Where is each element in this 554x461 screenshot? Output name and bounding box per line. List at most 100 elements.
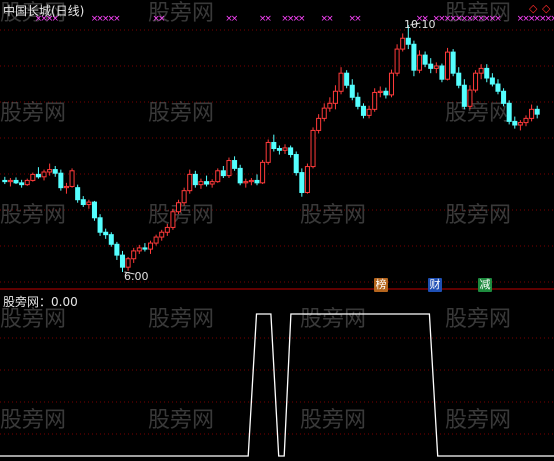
watermark-text: 股旁网 xyxy=(445,203,511,228)
candle-body xyxy=(13,179,19,184)
candle-body xyxy=(400,37,406,50)
candle-body xyxy=(248,179,254,183)
watermark-text: 股旁网 xyxy=(0,408,66,433)
candle-body xyxy=(321,107,327,119)
candle-body xyxy=(204,181,210,185)
badge-reduce-icon[interactable]: 减 xyxy=(478,278,492,292)
watermark-text: 股旁网 xyxy=(0,101,66,126)
candle-body xyxy=(198,181,204,186)
candle-body xyxy=(2,179,8,183)
candle-body xyxy=(495,83,501,92)
candle-body xyxy=(187,173,193,192)
candle-body xyxy=(75,187,81,201)
candle-body xyxy=(125,258,131,268)
badge-list-icon[interactable]: 榜 xyxy=(374,278,388,292)
candle-body xyxy=(383,90,389,96)
candle-body xyxy=(164,226,170,233)
diamond-icon: ◇ xyxy=(529,2,538,15)
candle-body xyxy=(226,160,232,177)
signal-mark: × xyxy=(264,14,272,24)
candle-body xyxy=(372,91,378,110)
candle-body xyxy=(416,54,423,71)
candle-body xyxy=(512,120,518,126)
candle-body xyxy=(517,122,523,126)
chart-title: 中国长城(日线) xyxy=(3,4,85,18)
watermark-text: 股旁网 xyxy=(445,101,511,126)
candle-body xyxy=(388,72,395,96)
candle-body xyxy=(260,161,266,184)
candle-body xyxy=(47,169,53,173)
candle-body xyxy=(35,173,41,178)
candle-body xyxy=(97,217,103,233)
candle-body xyxy=(344,72,350,86)
candle-body xyxy=(523,117,529,124)
candle-body xyxy=(103,231,109,236)
candle-body xyxy=(119,254,126,268)
candle-body xyxy=(69,170,75,187)
signal-mark: × xyxy=(550,14,554,24)
candle-body xyxy=(316,117,322,131)
candle-body xyxy=(276,148,282,151)
signal-marks: ×××× ××××× ×× ×× ×× ×××× ×× ×× ×× ×××××××××××× ×××… xyxy=(35,14,554,24)
candle-body xyxy=(484,67,490,79)
candle-body xyxy=(327,102,333,109)
candle-body xyxy=(220,170,226,177)
signal-mark: × xyxy=(231,14,239,24)
candle-body xyxy=(142,247,148,250)
candle-body xyxy=(282,147,288,151)
candle-body xyxy=(243,181,249,184)
candle-body xyxy=(473,72,479,91)
signal-mark: × xyxy=(113,14,121,24)
candle-body xyxy=(394,48,400,74)
candle-body xyxy=(456,72,462,86)
candle-body xyxy=(19,182,25,186)
candle-body xyxy=(501,90,507,104)
candle-body xyxy=(63,185,69,189)
candle-body xyxy=(338,72,344,92)
candle-body xyxy=(30,173,36,181)
signal-mark: × xyxy=(158,14,166,24)
candle-body xyxy=(91,201,97,219)
candle-body xyxy=(192,173,198,186)
candle-body xyxy=(232,160,238,169)
signal-mark: × xyxy=(298,14,306,24)
candle-body xyxy=(506,102,512,122)
candle-body xyxy=(108,234,114,245)
badge-finance-icon[interactable]: 财 xyxy=(428,278,442,292)
watermark-text: 股旁网 xyxy=(300,307,366,332)
candle-body xyxy=(529,108,535,119)
candle-body xyxy=(41,171,47,178)
candle-body xyxy=(176,202,182,213)
candle-body xyxy=(293,154,299,174)
candle-body xyxy=(332,90,338,104)
chart-canvas[interactable]: 股旁网 股旁网 股旁网股旁网 股旁网 股旁网股旁网 股旁网 股旁网 股旁网股旁网 股旁网 股旁网股… xyxy=(0,0,554,461)
candle-body xyxy=(534,108,540,115)
indicator-series xyxy=(0,313,554,457)
indicator-label: 股旁网：0.00 xyxy=(3,295,78,309)
candle-body xyxy=(450,51,456,74)
candlestick-series xyxy=(2,22,540,275)
watermark-text: 股旁网 xyxy=(0,203,66,228)
candle-body xyxy=(355,96,361,107)
candle-body xyxy=(80,199,86,206)
candle-body xyxy=(489,77,495,85)
signal-mark: × xyxy=(326,14,334,24)
indicator-line xyxy=(0,313,554,457)
candle-body xyxy=(422,54,428,65)
candle-body xyxy=(147,242,154,250)
watermark-text: 股旁网 xyxy=(300,203,366,228)
candle-body xyxy=(411,43,417,71)
candle-body xyxy=(181,190,187,204)
candle-body xyxy=(237,167,243,184)
candle-body xyxy=(377,90,383,93)
candle-body xyxy=(271,141,277,150)
candle-body xyxy=(254,179,260,184)
candle-body xyxy=(349,84,355,98)
watermark-text: 股旁网 xyxy=(148,307,214,332)
candle-body xyxy=(439,65,445,80)
candle-body xyxy=(360,105,366,116)
candle-body xyxy=(170,211,176,228)
signal-mark: × xyxy=(354,14,362,24)
candle-body xyxy=(215,170,221,183)
diamond-icon: ◇ xyxy=(542,2,551,15)
